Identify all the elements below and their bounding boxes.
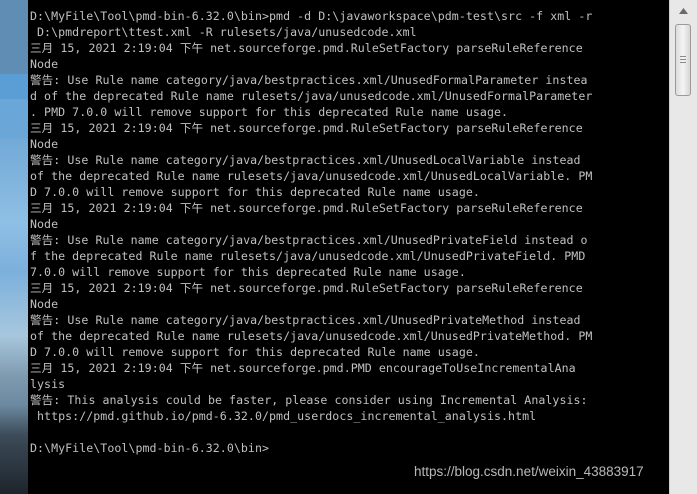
grip-line-icon [680, 56, 686, 57]
desktop-wallpaper-strip [0, 0, 28, 494]
console-line: 警告: This analysis could be faster, pleas… [30, 393, 588, 407]
console-line: f the deprecated Rule name rulesets/java… [30, 249, 586, 263]
console-line: 警告: Use Rule name category/java/bestprac… [30, 73, 588, 87]
screenshot-stage: D:\MyFile\Tool\pmd-bin-6.32.0\bin>pmd -d… [0, 0, 697, 494]
console-line: 三月 15, 2021 2:19:04 下午 net.sourceforge.p… [30, 41, 583, 55]
console-line: 三月 15, 2021 2:19:04 下午 net.sourceforge.p… [30, 121, 583, 135]
console-line: D:\MyFile\Tool\pmd-bin-6.32.0\bin>pmd -d… [30, 9, 593, 23]
console-line: D:\pmdreport\ttest.xml -R rulesets/java/… [30, 25, 417, 39]
console-line: Node [30, 57, 59, 71]
console-line: lysis [30, 377, 66, 391]
grip-line-icon [680, 59, 686, 60]
console-line: . PMD 7.0.0 will remove support for this… [30, 105, 509, 119]
console-line: 7.0.0 will remove support for this depre… [30, 265, 466, 279]
console-line: https://pmd.github.io/pmd-6.32.0/pmd_use… [30, 409, 537, 423]
scroll-thumb[interactable] [675, 24, 691, 96]
console-line: d of the deprecated Rule name rulesets/j… [30, 89, 593, 103]
grip-line-icon [680, 62, 686, 63]
console-line: 三月 15, 2021 2:19:04 下午 net.sourceforge.p… [30, 361, 576, 375]
watermark-text: https://blog.csdn.net/weixin_43883917 [414, 464, 644, 479]
triangle-up-icon [678, 7, 688, 14]
scroll-up-button[interactable] [673, 2, 693, 19]
console-window[interactable]: D:\MyFile\Tool\pmd-bin-6.32.0\bin>pmd -d… [28, 0, 669, 494]
console-line: of the deprecated Rule name rulesets/jav… [30, 169, 593, 183]
console-line: Node [30, 217, 59, 231]
console-line: 警告: Use Rule name category/java/bestprac… [30, 153, 581, 167]
vertical-scrollbar[interactable] [669, 0, 697, 494]
console-line: Node [30, 137, 59, 151]
console-line: 警告: Use Rule name category/java/bestprac… [30, 233, 588, 247]
console-output: D:\MyFile\Tool\pmd-bin-6.32.0\bin>pmd -d… [28, 0, 669, 456]
console-prompt-line[interactable]: D:\MyFile\Tool\pmd-bin-6.32.0\bin> [30, 440, 669, 456]
console-line: Node [30, 297, 59, 311]
console-line: 警告: Use Rule name category/java/bestprac… [30, 313, 581, 327]
console-line: 三月 15, 2021 2:19:04 下午 net.sourceforge.p… [30, 281, 583, 295]
console-line: 三月 15, 2021 2:19:04 下午 net.sourceforge.p… [30, 201, 583, 215]
console-line: D 7.0.0 will remove support for this dep… [30, 185, 480, 199]
console-line: D 7.0.0 will remove support for this dep… [30, 345, 480, 359]
console-line: of the deprecated Rule name rulesets/jav… [30, 329, 593, 343]
